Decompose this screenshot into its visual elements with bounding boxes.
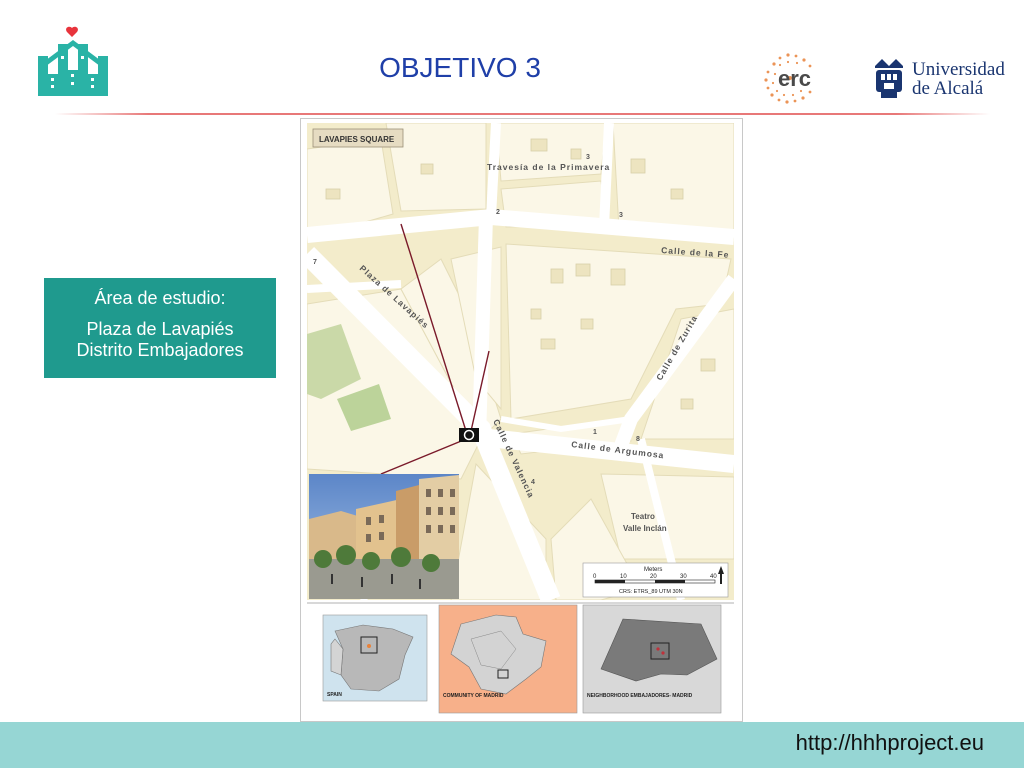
building-number: 3 xyxy=(619,212,623,219)
study-area-place: Plaza de Lavapiés xyxy=(86,319,234,339)
scale-unit-label: Meters xyxy=(644,567,662,573)
inset-spain: SPAIN xyxy=(322,614,428,702)
project-url-link[interactable]: http://hhhproject.eu xyxy=(796,730,984,756)
study-area-box: Área de estudio: Plaza de Lavapiés Distr… xyxy=(44,278,276,378)
inset-label-spain: SPAIN xyxy=(327,692,342,698)
building-number: 7 xyxy=(313,259,317,266)
building-number: 1 xyxy=(593,429,597,436)
scale-tick: 20 xyxy=(650,574,657,580)
theatre-label-line2: Valle Inclán xyxy=(623,524,667,533)
scale-bar: Meters 0 10 20 30 40 CRS: ETRS_89 UTM 30… xyxy=(582,562,729,598)
scale-crs: CRS: ETRS_89 UTM 30N xyxy=(619,589,683,595)
scale-tick: 40 xyxy=(710,574,717,580)
map-figure: Travesía de la Primavera Calle de la Fe … xyxy=(300,118,743,722)
footer-bar: http://hhhproject.eu xyxy=(0,722,1024,768)
map-badge-text: LAVAPIES SQUARE xyxy=(319,135,395,144)
inset-neighborhood-embajadores: NEIGHBORHOOD EMBAJADORES- MADRID xyxy=(582,604,722,714)
study-area-district: Distrito Embajadores xyxy=(76,340,244,360)
theatre-label-line1: Teatro xyxy=(631,512,655,521)
page-title: OBJETIVO 3 xyxy=(379,52,541,83)
camera-icon xyxy=(459,428,479,442)
scale-tick: 10 xyxy=(620,574,627,580)
erc-logo-text: erc xyxy=(778,66,811,91)
university-name-line2: de Alcalá xyxy=(912,78,984,99)
building-number: 3 xyxy=(586,154,590,161)
building-number: 8 xyxy=(636,436,640,443)
inset-label-neighborhood: NEIGHBORHOOD EMBAJADORES- MADRID xyxy=(587,693,693,699)
building-number: 2 xyxy=(496,209,500,216)
building-number: 4 xyxy=(531,479,535,486)
inset-community-of-madrid: COMMUNITY OF MADRID xyxy=(438,604,578,714)
header-divider xyxy=(55,113,990,115)
street-label-primavera: Travesía de la Primavera xyxy=(487,162,610,172)
hhh-project-logo xyxy=(38,26,108,96)
plaza-photo xyxy=(309,474,459,599)
universidad-de-alcala-logo: Universidad de Alcalá xyxy=(875,59,1005,99)
study-area-heading: Área de estudio: xyxy=(94,288,226,308)
scale-tick: 30 xyxy=(680,574,687,580)
university-name-line1: Universidad xyxy=(912,59,1005,80)
inset-label-community: COMMUNITY OF MADRID xyxy=(443,693,504,699)
lavapies-map: Travesía de la Primavera Calle de la Fe … xyxy=(307,123,734,714)
erc-logo: erc xyxy=(764,53,812,104)
